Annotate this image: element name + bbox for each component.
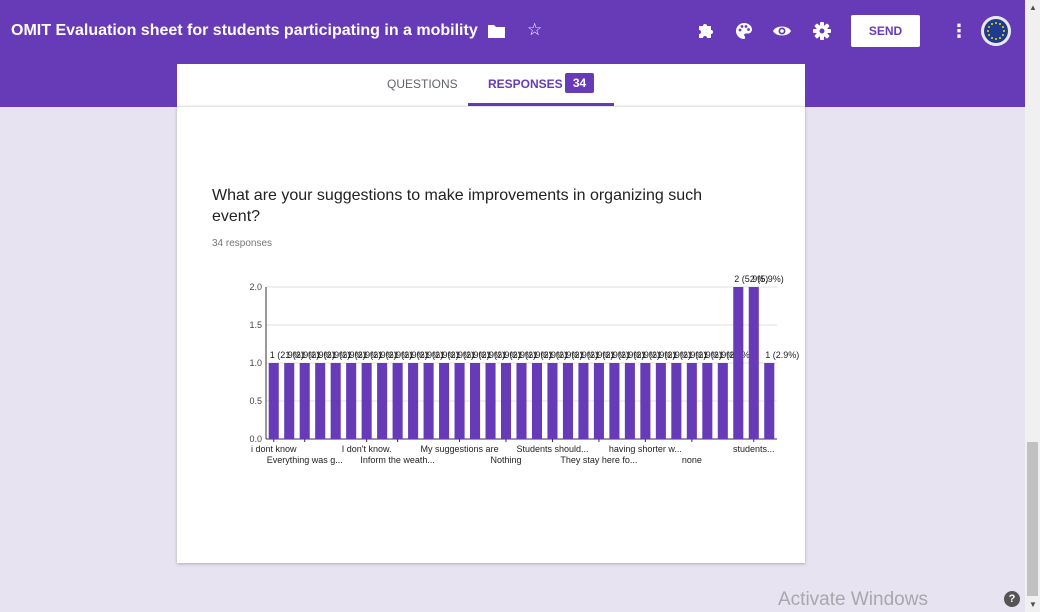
y-tick-label: 1.0: [249, 358, 262, 368]
help-icon[interactable]: ?: [1004, 591, 1020, 607]
chart-bar: [593, 363, 604, 439]
chart-bar: [377, 363, 388, 439]
chart-bar: [315, 363, 326, 439]
chart-bar: [454, 363, 465, 439]
chart-bar: [531, 363, 543, 439]
tab-responses[interactable]: RESPONSES: [488, 77, 563, 91]
chart-bar: [671, 363, 682, 439]
scroll-down-arrow-icon[interactable]: ▼: [1029, 600, 1037, 609]
scroll-up-arrow-icon[interactable]: ▲: [1029, 3, 1037, 12]
chart-bar: [284, 363, 295, 439]
chart-bar: [547, 363, 558, 439]
chart-bar: [516, 363, 527, 439]
scrollbar-thumb[interactable]: [1027, 442, 1038, 596]
chart-bar: [423, 363, 434, 439]
palette-icon[interactable]: [735, 22, 753, 40]
avatar[interactable]: [981, 16, 1011, 46]
y-tick-label: 1.5: [249, 320, 262, 330]
y-tick-label: 2.0: [249, 282, 262, 292]
x-category-label: I don't know.: [342, 444, 392, 454]
x-category-label: students...: [733, 444, 775, 454]
preview-eye-icon[interactable]: [773, 22, 791, 40]
chart-bar: [640, 363, 651, 439]
response-bar-chart: 0.00.51.01.52.01 (2.9%)1 (2.9%)1 (2.9%)1…: [249, 274, 799, 465]
chart-bar: [578, 363, 589, 439]
x-category-label: They stay here fo...: [560, 455, 637, 465]
chart-bar: [268, 363, 279, 439]
chart-bar: [562, 363, 573, 439]
x-category-label: having shorter w...: [609, 444, 682, 454]
chart-bar: [609, 363, 620, 439]
tab-questions[interactable]: QUESTIONS: [387, 77, 458, 91]
activate-windows-watermark: Activate Windows: [778, 589, 928, 610]
chart-bar: [686, 363, 697, 439]
star-icon[interactable]: ☆: [527, 21, 542, 39]
chart-bar: [408, 363, 419, 439]
chart-bar: [624, 363, 635, 439]
more-vert-icon[interactable]: ⋮: [950, 22, 968, 40]
chart-bar: [361, 363, 372, 439]
x-category-label: My suggestions are: [421, 444, 499, 454]
chart-bar: [717, 363, 728, 439]
folder-icon[interactable]: [488, 24, 505, 38]
x-category-label: Inform the weath...: [360, 455, 435, 465]
y-tick-label: 0.5: [249, 396, 262, 406]
addon-puzzle-icon[interactable]: [697, 22, 715, 40]
chart-bar: [470, 363, 481, 439]
chart-bar: [392, 363, 403, 439]
tabs-bar: QUESTIONS RESPONSES 34: [177, 64, 805, 106]
x-category-label: Nothing: [490, 455, 521, 465]
chart-bar: [299, 363, 310, 439]
chart-bar: [330, 363, 341, 439]
bar-value-label: 2 (5.9%): [750, 274, 784, 284]
y-tick-label: 0.0: [249, 434, 262, 444]
x-category-label: i dont know: [251, 444, 297, 454]
send-button[interactable]: SEND: [851, 15, 920, 47]
chart-bar: [733, 287, 744, 439]
x-category-label: none: [682, 455, 702, 465]
chart-bar: [500, 363, 512, 439]
x-category-label: Students should...: [516, 444, 588, 454]
bar-value-label: 1 (2.9%): [765, 350, 799, 360]
chart-bar: [748, 287, 759, 439]
x-category-label: Everything was g...: [267, 455, 343, 465]
form-title[interactable]: OMIT Evaluation sheet for students parti…: [11, 22, 481, 40]
chart-bar: [485, 363, 496, 439]
chart-bar: [655, 363, 666, 439]
responses-count-badge: 34: [565, 73, 594, 93]
settings-gear-icon[interactable]: [813, 22, 831, 40]
chart-bar: [439, 363, 450, 439]
chart-bar: [702, 363, 713, 439]
chart-bar: [346, 363, 357, 439]
chart-bar: [764, 363, 775, 439]
question-summary-card: What are your suggestions to make improv…: [177, 106, 805, 563]
